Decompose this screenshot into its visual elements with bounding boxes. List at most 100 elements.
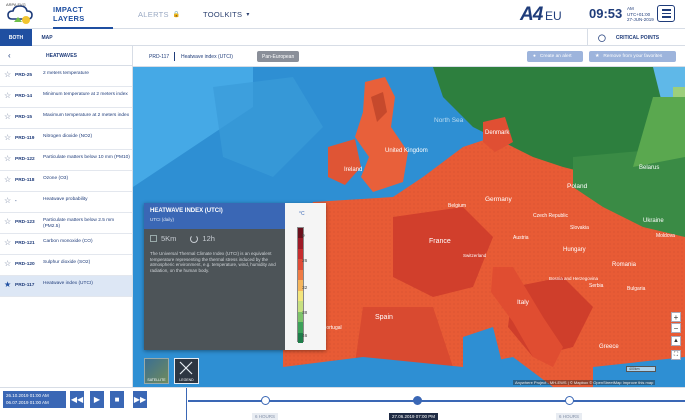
map-attribution[interactable]: Anywhere Project - MH-EWS | © Mapbox © O… (513, 380, 656, 385)
color-scale-label: 9 (302, 234, 305, 239)
zoom-in-button[interactable]: + (671, 312, 681, 322)
star-icon: ★ (595, 54, 600, 59)
header-divider (174, 52, 175, 61)
nav-alerts-label: ALERTS (138, 10, 169, 19)
sidebar-item-code: PRD-122 (15, 157, 35, 162)
timeline-node-current[interactable] (413, 396, 422, 405)
timeline-node[interactable] (261, 396, 270, 405)
color-scale-step (298, 269, 303, 281)
sidebar-item[interactable]: ☆ PRD-120 Sulphur dioxide (SO2) (0, 255, 132, 276)
color-scale-step (298, 248, 303, 260)
star-icon[interactable]: ☆ (4, 218, 11, 226)
star-icon[interactable]: ☆ (4, 197, 11, 205)
map-label-ukraine: Ukraine (643, 218, 664, 224)
tab-map[interactable]: MAP (32, 29, 62, 46)
legend-label: LEGEND (179, 378, 194, 382)
map-label-austria: Austria (513, 235, 529, 241)
sidebar-item-code: PRD-118 (15, 178, 35, 183)
map-label-denmark: Denmark (485, 130, 510, 136)
map-label-united-kingdom: United Kingdom (385, 148, 428, 154)
sidebar-item-code: PRD-119 (15, 136, 35, 141)
star-icon[interactable]: ☆ (4, 155, 11, 163)
star-icon[interactable]: ★ (4, 281, 11, 289)
skip-back-button[interactable]: ◀◀ (70, 391, 84, 408)
sidebar-item[interactable]: ☆ PRD-122 Particulate matters below 10 mm … (0, 150, 132, 171)
timeline-divider (186, 388, 187, 420)
star-icon[interactable]: ☆ (4, 260, 11, 268)
remove-favorites-button[interactable]: ★ Remove from your favorites (589, 51, 676, 62)
skip-forward-button[interactable]: ▶▶ (133, 391, 147, 408)
compass-icon[interactable]: ▲ (671, 336, 681, 346)
chevron-left-icon[interactable]: ‹ (8, 51, 11, 60)
map-label-italy: Italy (517, 299, 530, 306)
timeline-label-after: 6 HOURS (556, 413, 583, 420)
clock-date: 27-JUN-2019 (627, 17, 654, 22)
fullscreen-icon[interactable]: ⛶ (671, 350, 681, 360)
sidebar-item[interactable]: ☆ PRD-123 Particulate matters below 2.5 mm… (0, 213, 132, 234)
legend-meta: 5Km 12h (150, 234, 215, 243)
satellite-toggle-button[interactable]: SATELLITE (144, 358, 169, 384)
star-icon[interactable]: ☆ (4, 92, 11, 100)
star-icon[interactable]: ☆ (4, 134, 11, 142)
sidebar-item[interactable]: ☆ PRD-15 Maximum temperature at 2 meters i… (0, 108, 132, 129)
coverage-chip[interactable]: Pan-European (257, 51, 300, 62)
stop-button[interactable]: ■ (110, 391, 124, 408)
map-label-belgium: Belgium (448, 203, 466, 209)
legend-scale-box: °C (285, 203, 326, 350)
menu-line-icon (661, 16, 671, 18)
nav-toolkits-label: TOOLKITS (203, 10, 243, 19)
map-label-slovakia: Slovakia (570, 225, 589, 231)
timeline-date-range[interactable]: 26.10.2019 01:00 AM 06.07.2019 01:00 AM (3, 391, 66, 408)
layer-sidebar: ‹ HEATWAVES ☆ PRD-25 2 meters temperature ☆… (0, 46, 133, 387)
layer-name: Heatwave index (UTCI) (181, 54, 233, 60)
color-scale-label: 38 (302, 311, 308, 316)
nav-toolkits[interactable]: TOOLKITS ▾ (203, 0, 250, 29)
tab-both[interactable]: BOTH (0, 29, 32, 46)
hamburger-menu-button[interactable] (657, 5, 675, 22)
map-label-bosnia: Bosnia and Herzegovina (549, 276, 599, 281)
color-scale-step (298, 238, 303, 249)
sidebar-item[interactable]: ☆ PRD-121 Carbon monoxide (CO) (0, 234, 132, 255)
view-subbar: BOTH MAP ◯ CRITICAL POINTS (0, 29, 685, 46)
nav-impact-layers[interactable]: IMPACT LAYERS (53, 0, 113, 29)
critical-points-button[interactable]: ◯ CRITICAL POINTS (598, 29, 659, 46)
sidebar-item[interactable]: ★ PRD-117 Heatwave index (UTCI) (0, 276, 132, 297)
sidebar-item[interactable]: ☆ - Heatwave probability (0, 192, 132, 213)
star-icon[interactable]: ☆ (4, 176, 11, 184)
star-icon[interactable]: ☆ (4, 113, 11, 121)
legend-description: The Universal Thermal Climate Index (UTC… (150, 251, 276, 274)
sidebar-item[interactable]: ☆ PRD-14 Minimum temperature at 2 meters i… (0, 87, 132, 108)
map-label-poland: Poland (567, 183, 588, 190)
nav-alerts[interactable]: ALERTS 🔒 (138, 0, 181, 29)
sidebar-item[interactable]: ☆ PRD-25 2 meters temperature (0, 66, 132, 87)
map-label-bulgaria: Bulgaria (627, 286, 646, 292)
sidebar-item-label: Heatwave probability (43, 197, 88, 202)
lock-icon: 🔒 (172, 12, 181, 18)
sidebar-item-label: Maximum temperature at 2 meters index (43, 113, 130, 118)
play-icon: ▶ (93, 395, 101, 404)
zoom-out-button[interactable]: − (671, 323, 681, 333)
star-icon[interactable]: ☆ (4, 71, 11, 79)
map-label-belarus: Belarus (639, 165, 659, 171)
brand-name: A4 (520, 4, 543, 25)
map-label-greece: Greece (599, 344, 619, 350)
sidebar-item-label: Sulphur dioxide (SO2) (43, 260, 91, 265)
star-icon[interactable]: ☆ (4, 239, 11, 247)
create-alert-button[interactable]: ● Create an alert (527, 51, 583, 62)
timeline-label-before: 6 HOURS (252, 413, 279, 420)
color-scale-label: 46 (302, 334, 308, 339)
critical-points-label: CRITICAL POINTS (615, 34, 660, 41)
timeline-node[interactable] (565, 396, 574, 405)
play-button[interactable]: ▶ (90, 391, 104, 408)
map-label-switzerland: Switzerland (463, 253, 487, 258)
sidebar-item-code: PRD-120 (15, 262, 35, 267)
top-bar: ARPA FVG IMPACT LAYERS ALERTS 🔒 TOOLKITS… (0, 0, 685, 29)
sidebar-item[interactable]: ☆ PRD-119 Nitrogen dioxide (NO2) (0, 129, 132, 150)
legend-toggle-button[interactable]: LEGEND (174, 358, 199, 384)
app-logo[interactable]: ARPA FVG (4, 2, 44, 27)
sidebar-item[interactable]: ☆ PRD-118 Ozone (O3) (0, 171, 132, 192)
menu-line-icon (661, 9, 671, 11)
sidebar-item-label: Heatwave index (UTCI) (43, 281, 93, 286)
menu-line-icon (661, 12, 671, 15)
clock-meta: AM UTC+01:00 27-JUN-2019 (627, 6, 654, 23)
